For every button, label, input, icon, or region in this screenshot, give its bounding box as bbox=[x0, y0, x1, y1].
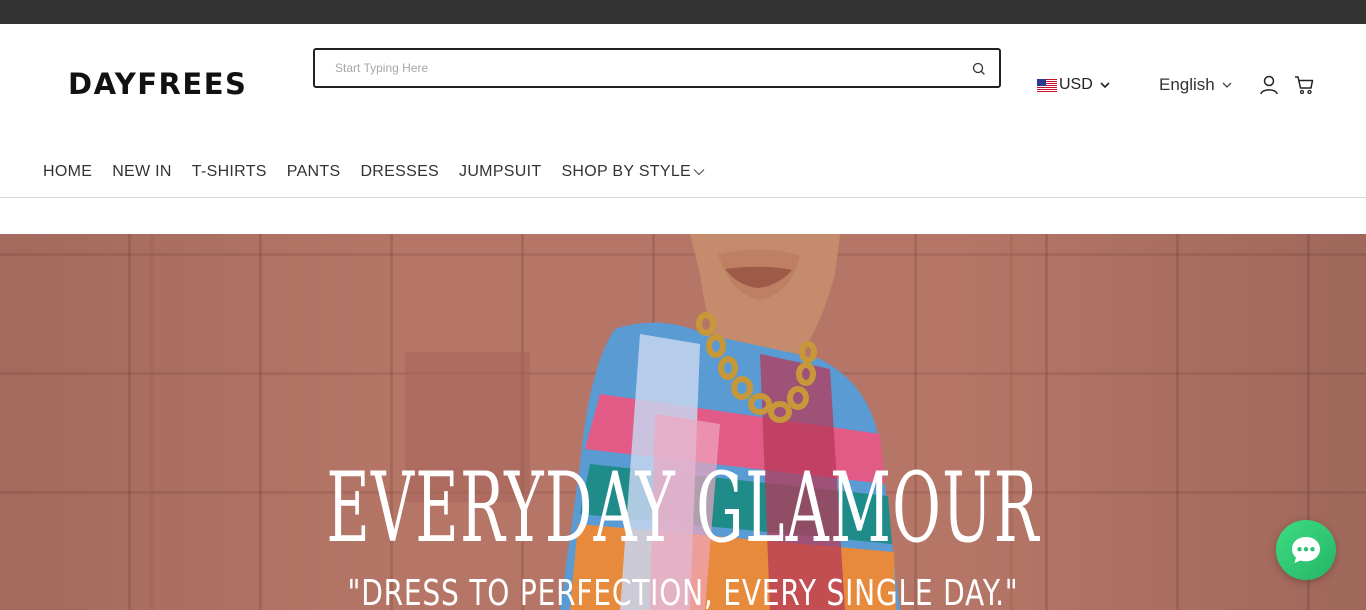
nav-item-label: SHOP BY STYLE bbox=[561, 163, 692, 180]
currency-label: USD bbox=[1059, 76, 1093, 93]
nav-item-new-in[interactable]: NEW IN bbox=[112, 163, 172, 181]
nav-item-shop-by-style[interactable]: SHOP BY STYLE bbox=[561, 163, 706, 181]
chat-button[interactable] bbox=[1276, 520, 1336, 580]
chevron-down-icon bbox=[693, 169, 705, 176]
nav-item-pants[interactable]: PANTS bbox=[287, 163, 341, 181]
site-header: DAYFREES USD English bbox=[0, 24, 1366, 198]
search-bar bbox=[313, 48, 1001, 88]
cart-icon[interactable] bbox=[1293, 74, 1315, 96]
nav-item-jumpsuit[interactable]: JUMPSUIT bbox=[459, 163, 541, 181]
hero-subtitle: "DRESS TO PERFECTION, EVERY SINGLE DAY." bbox=[347, 573, 1019, 610]
language-selector[interactable]: English bbox=[1159, 74, 1233, 96]
nav-item-t-shirts[interactable]: T-SHIRTS bbox=[192, 163, 267, 181]
top-announcement-bar bbox=[0, 0, 1366, 24]
search-input[interactable] bbox=[335, 50, 955, 86]
chevron-down-icon bbox=[1222, 82, 1232, 88]
us-flag-icon bbox=[1037, 78, 1057, 92]
hero-banner[interactable]: EVERYDAY GLAMOUR "DRESS TO PERFECTION, E… bbox=[0, 234, 1366, 610]
hero-title: EVERYDAY GLAMOUR bbox=[326, 452, 1040, 564]
brand-logo[interactable]: DAYFREES bbox=[68, 68, 247, 100]
language-label: English bbox=[1159, 75, 1215, 94]
main-nav: HOME NEW IN T-SHIRTS PANTS DRESSES JUMPS… bbox=[43, 160, 706, 184]
search-icon[interactable] bbox=[971, 61, 987, 77]
nav-item-home[interactable]: HOME bbox=[43, 163, 92, 181]
user-icon[interactable] bbox=[1258, 74, 1280, 96]
chat-bubble-icon bbox=[1292, 537, 1320, 563]
nav-item-dresses[interactable]: DRESSES bbox=[360, 163, 439, 181]
chevron-down-icon bbox=[1100, 82, 1110, 89]
currency-selector[interactable]: USD bbox=[1037, 74, 1111, 96]
